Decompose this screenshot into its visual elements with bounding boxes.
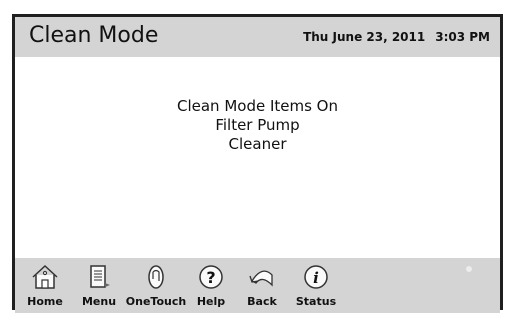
item-filter-pump: Filter Pump [215,116,300,134]
back-label: Back [247,295,277,308]
menu-label: Menu [81,295,117,308]
menu-button[interactable]: Menu [79,258,119,313]
onetouch-button[interactable]: OneTouch [124,258,188,313]
question-mark-icon: ? [199,265,223,289]
status-label: Status [295,295,337,308]
back-arrow-icon [249,270,273,287]
back-button[interactable]: Back [242,258,282,313]
onetouch-label: OneTouch [125,295,187,308]
status-button[interactable]: i Status [293,258,339,313]
svg-text:i: i [313,269,319,287]
help-label: Help [196,295,226,308]
info-icon: i [304,265,328,289]
time-text: 3:03 PM [435,30,490,44]
help-button[interactable]: ? Help [190,258,232,313]
main-content: Clean Mode Items On Filter Pump Cleaner [15,57,500,258]
document-icon [90,265,110,288]
datetime-display: Thu June 23, 2011 3:03 PM [303,30,490,44]
date-text: Thu June 23, 2011 [303,30,426,44]
indicator-dot [466,266,472,272]
page-title: Clean Mode [29,23,159,48]
svg-text:?: ? [206,268,215,287]
home-button[interactable]: Home [25,258,65,313]
hand-icon [148,265,164,289]
home-label: Home [27,295,63,308]
header-bar: Clean Mode Thu June 23, 2011 3:03 PM [15,17,500,57]
clean-mode-items: Clean Mode Items On Filter Pump Cleaner [15,97,500,154]
items-heading: Clean Mode Items On [176,97,338,115]
bottom-nav-bar: Home Menu OneTouch ? Help Back i Status [15,258,500,313]
device-screen: Clean Mode Thu June 23, 2011 3:03 PM Clea… [12,14,503,313]
item-cleaner: Cleaner [228,135,287,153]
house-icon [32,264,58,289]
